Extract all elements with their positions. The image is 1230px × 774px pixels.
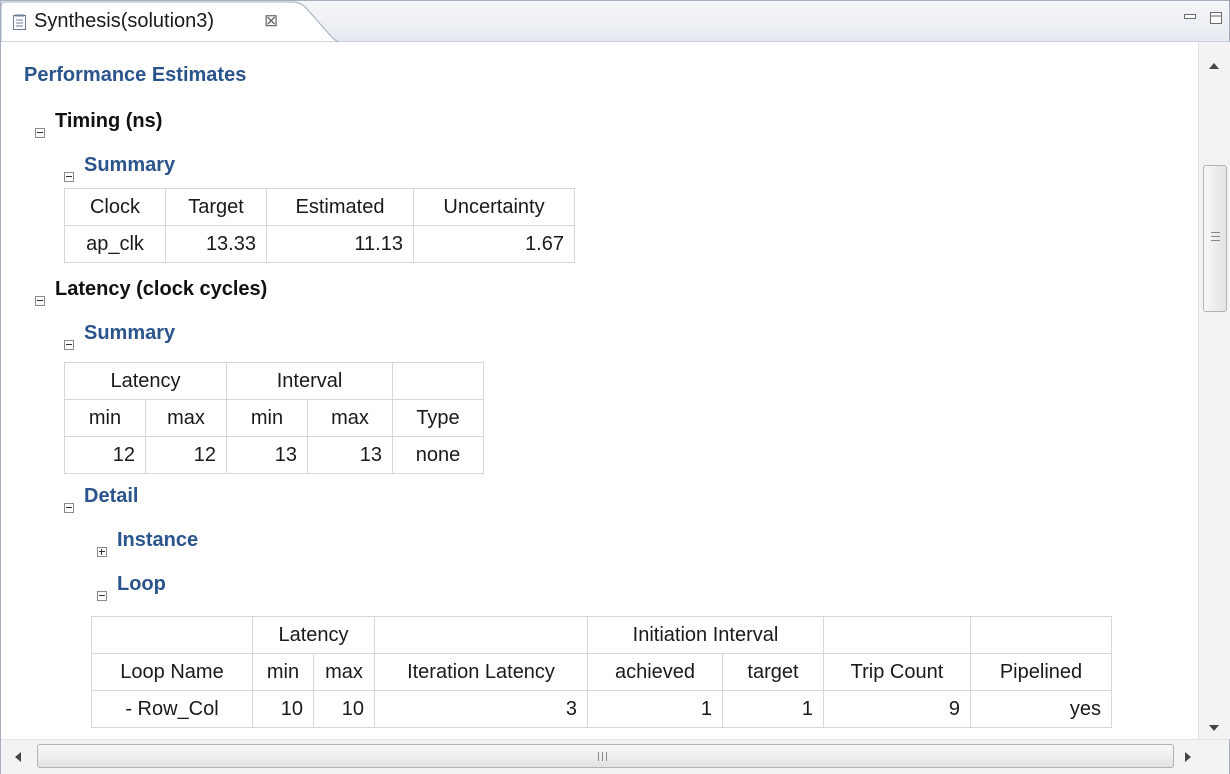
vertical-scrollbar[interactable] [1198,42,1230,739]
section-latency: Latency (clock cycles) [55,278,268,300]
collapse-icon[interactable] [35,296,45,306]
scroll-right-icon[interactable] [1184,751,1192,763]
table-cell: 1 [587,690,723,728]
group-header-cell [970,616,1112,654]
scroll-down-icon[interactable] [1208,724,1220,732]
group-header-cell: Latency [252,616,375,654]
collapse-icon[interactable] [97,591,107,601]
header-cell: Type [392,399,484,437]
table-cell: 12 [64,436,146,474]
scroll-left-icon[interactable] [14,751,22,763]
header-cell: min [226,399,308,437]
collapse-icon[interactable] [64,340,74,350]
latency-summary-table: Latency Interval min max min max Type 12… [64,362,484,474]
header-cell: Uncertainty [413,188,575,226]
tab-synthesis[interactable]: Synthesis(solution3) ⊠ [1,1,339,42]
table-header-row: Clock Target Estimated Uncertainty [64,188,575,226]
table-cell: 9 [823,690,971,728]
table-cell: yes [970,690,1112,728]
group-header-cell [91,616,253,654]
table-cell: - Row_Col [91,690,253,728]
header-cell: achieved [587,653,723,691]
vertical-scroll-thumb[interactable] [1203,165,1227,312]
minimize-icon[interactable] [1183,11,1197,25]
group-header-cell: Initiation Interval [587,616,824,654]
header-cell: target [722,653,824,691]
tab-bar: Synthesis(solution3) ⊠ [1,1,1229,42]
tab-title: Synthesis(solution3) [34,10,215,32]
scroll-up-icon[interactable] [1208,62,1220,70]
table-header-row: min max min max Type [64,399,484,437]
table-cell: 10 [252,690,314,728]
table-row: ap_clk 13.33 11.13 1.67 [64,225,575,263]
header-cell: max [307,399,393,437]
section-timing: Timing (ns) [55,110,163,132]
expand-icon[interactable] [97,547,107,557]
table-cell: none [392,436,484,474]
header-cell: max [313,653,375,691]
report-file-icon [13,14,26,30]
table-cell: 11.13 [266,225,414,263]
group-header-cell [374,616,588,654]
table-cell: 3 [374,690,588,728]
header-cell: Trip Count [823,653,971,691]
header-cell: min [252,653,314,691]
section-timing-summary: Summary [84,154,176,176]
page-title: Performance Estimates [24,64,247,86]
header-cell: Target [165,188,267,226]
loop-table: Latency Initiation Interval Loop Name mi… [91,616,1112,728]
section-detail: Detail [84,485,139,507]
table-cell: 13.33 [165,225,267,263]
editor-window: Synthesis(solution3) ⊠ Performance Estim… [0,0,1230,774]
horizontal-scrollbar[interactable] [1,739,1229,774]
horizontal-scroll-thumb[interactable] [37,744,1174,768]
table-cell: 12 [145,436,227,474]
header-cell: Pipelined [970,653,1112,691]
table-group-header-row: Latency Initiation Interval [91,616,1112,654]
table-group-header-row: Latency Interval [64,362,484,400]
header-cell: max [145,399,227,437]
table-cell: ap_clk [64,225,166,263]
header-cell: min [64,399,146,437]
table-header-row: Loop Name min max Iteration Latency achi… [91,653,1112,691]
table-row: 12 12 13 13 none [64,436,484,474]
timing-summary-table: Clock Target Estimated Uncertainty ap_cl… [64,188,575,263]
collapse-icon[interactable] [64,172,74,182]
section-instance: Instance [117,529,199,551]
group-header-cell: Interval [226,362,393,400]
report-content: Performance Estimates Timing (ns) Summar… [1,42,1198,739]
header-cell: Estimated [266,188,414,226]
group-header-cell [823,616,971,654]
table-row: - Row_Col 10 10 3 1 1 9 yes [91,690,1112,728]
table-cell: 1.67 [413,225,575,263]
collapse-icon[interactable] [35,128,45,138]
group-header-cell: Latency [64,362,227,400]
table-cell: 10 [313,690,375,728]
header-cell: Loop Name [91,653,253,691]
collapse-icon[interactable] [64,503,74,513]
table-cell: 13 [307,436,393,474]
maximize-icon[interactable] [1209,11,1223,25]
table-cell: 1 [722,690,824,728]
table-cell: 13 [226,436,308,474]
group-header-cell [392,362,484,400]
section-loop: Loop [117,573,166,595]
header-cell: Clock [64,188,166,226]
header-cell: Iteration Latency [374,653,588,691]
section-latency-summary: Summary [84,322,176,344]
close-tab-icon[interactable]: ⊠ [264,11,278,31]
